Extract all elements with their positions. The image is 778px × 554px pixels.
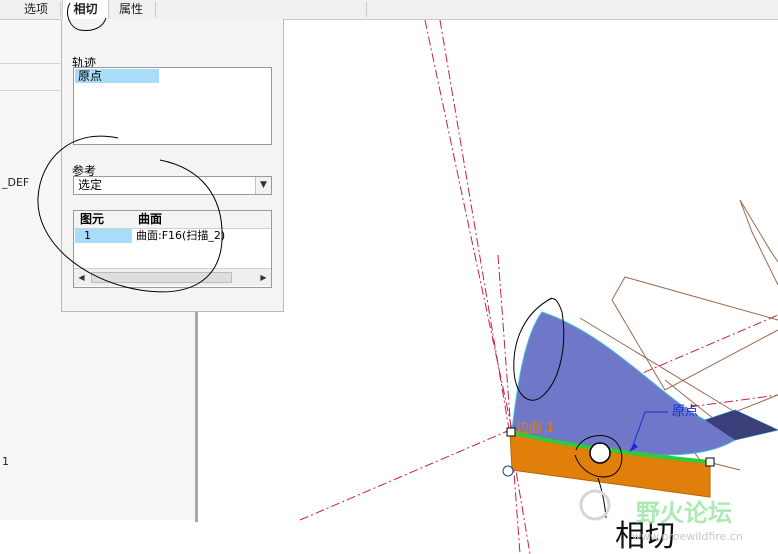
watermark-url: www.proewildfire.cn (632, 530, 743, 543)
watermark: 野火论坛 www.proewildfire.cn (579, 489, 743, 543)
vertex-marker[interactable] (506, 427, 516, 437)
model-graphics: 边面 1 原点 相切 野火论坛 www.proewildfire.cn (37, 2, 778, 554)
origin-label: 原点 (672, 404, 698, 419)
origin-marker[interactable] (502, 465, 514, 477)
drag-handle[interactable] (589, 442, 611, 464)
vertex-marker[interactable] (705, 457, 715, 467)
datum-axis-line (439, 19, 531, 554)
watermark-name: 野火论坛 (636, 499, 732, 527)
face-label: 边面 1 (516, 421, 554, 436)
